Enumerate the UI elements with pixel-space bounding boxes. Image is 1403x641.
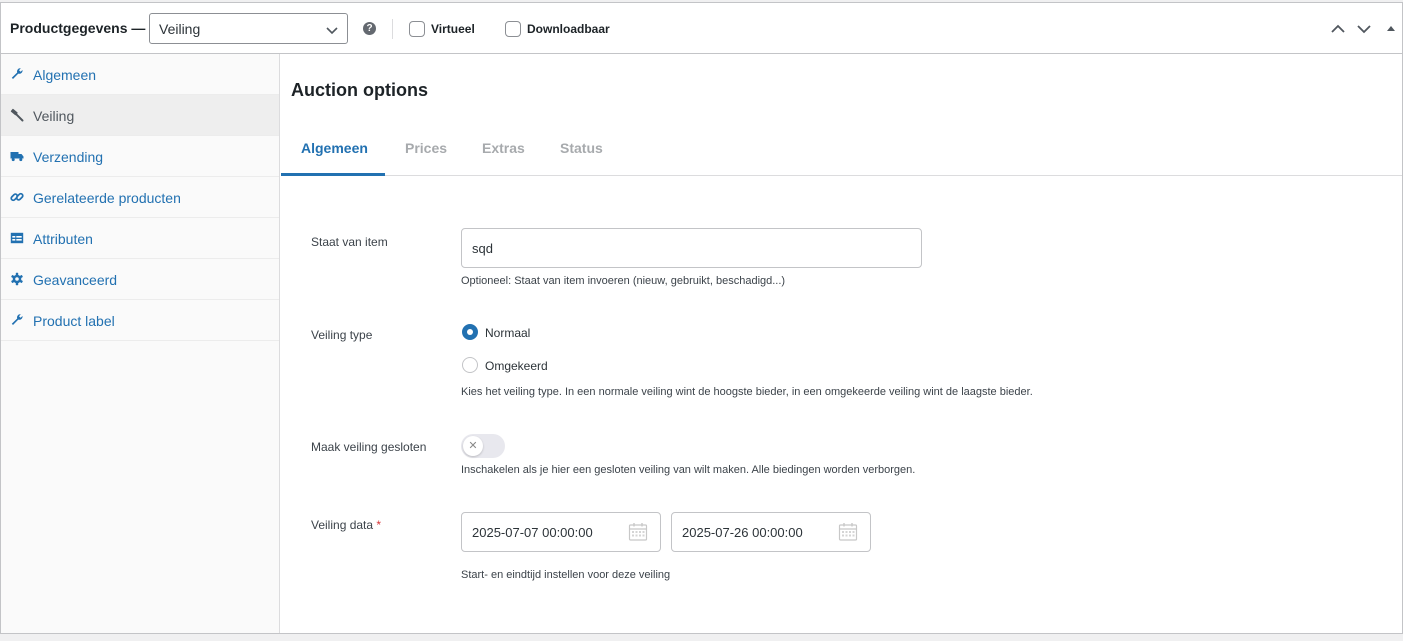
condition-label: Staat van item bbox=[311, 235, 388, 249]
condition-value: sqd bbox=[472, 241, 493, 256]
radio-normal-label: Normaal bbox=[485, 326, 531, 340]
tab-extras[interactable]: Extras bbox=[482, 140, 525, 156]
downloadable-checkbox[interactable] bbox=[505, 21, 521, 37]
sealed-description: Inschakelen als je hier een gesloten vei… bbox=[461, 464, 916, 476]
sidebar-item-label: Veiling bbox=[33, 108, 75, 124]
product-data-tabs: Algemeen Veiling Verzending Gerelateerde… bbox=[1, 54, 280, 633]
panel-title: Productgegevens — bbox=[10, 20, 146, 36]
collapse-toggle-icon[interactable] bbox=[1383, 21, 1399, 37]
gear-icon bbox=[11, 272, 23, 286]
product-type-select[interactable]: Veiling bbox=[149, 13, 348, 44]
condition-description: Optioneel: Staat van item invoeren (nieu… bbox=[461, 275, 786, 287]
auction-type-label: Veiling type bbox=[311, 328, 373, 342]
panel-header: Productgegevens — Veiling ? Virtueel Dow… bbox=[1, 3, 1402, 54]
radio-normal[interactable] bbox=[462, 324, 478, 340]
end-date-input[interactable]: 2025-07-26 00:00:00 bbox=[671, 512, 871, 552]
gavel-icon bbox=[10, 108, 24, 122]
wrench-icon bbox=[11, 68, 23, 79]
sealed-label: Maak veiling gesloten bbox=[311, 440, 427, 454]
sidebar-item-shipping[interactable]: Verzending bbox=[1, 136, 279, 177]
calendar-icon[interactable] bbox=[628, 522, 648, 542]
sidebar-item-general[interactable]: Algemeen bbox=[1, 54, 279, 95]
sidebar-item-attributes[interactable]: Attributen bbox=[1, 218, 279, 259]
calendar-icon[interactable] bbox=[838, 522, 858, 542]
dates-label-text: Veiling data bbox=[311, 518, 374, 532]
sidebar-item-label: Verzending bbox=[33, 149, 104, 165]
sealed-toggle[interactable]: ✕ bbox=[461, 434, 505, 458]
end-date-value: 2025-07-26 00:00:00 bbox=[682, 525, 803, 540]
active-tab-indicator bbox=[281, 173, 385, 176]
auction-subtabs: Algemeen Prices Extras Status bbox=[281, 123, 1402, 176]
sidebar-item-linked-products[interactable]: Gerelateerde producten bbox=[1, 177, 279, 218]
auction-options-panel: Auction options Algemeen Prices Extras S… bbox=[281, 54, 1402, 633]
radio-reverse-label: Omgekeerd bbox=[485, 359, 548, 373]
link-icon bbox=[10, 192, 24, 202]
radio-reverse[interactable] bbox=[462, 357, 478, 373]
tab-prices[interactable]: Prices bbox=[405, 140, 447, 156]
sidebar-item-label: Algemeen bbox=[33, 67, 97, 83]
chevron-down-icon bbox=[326, 27, 338, 35]
sidebar-item-product-label[interactable]: Product label bbox=[1, 300, 279, 341]
sidebar-item-label: Product label bbox=[33, 313, 115, 329]
sidebar-item-label: Gerelateerde producten bbox=[33, 190, 181, 206]
dates-label: Veiling data * bbox=[311, 518, 381, 532]
condition-input[interactable]: sqd bbox=[461, 228, 922, 268]
start-date-value: 2025-07-07 00:00:00 bbox=[472, 525, 593, 540]
wrench-icon bbox=[11, 314, 23, 325]
required-mark: * bbox=[376, 518, 382, 532]
sidebar-item-advanced[interactable]: Geavanceerd bbox=[1, 259, 279, 300]
dates-description: Start- en eindtijd instellen voor deze v… bbox=[461, 569, 671, 581]
auction-type-description: Kies het veiling type. In een normale ve… bbox=[461, 386, 1033, 398]
tab-general[interactable]: Algemeen bbox=[301, 140, 368, 156]
table-icon bbox=[10, 232, 24, 244]
virtual-checkbox[interactable] bbox=[409, 21, 425, 37]
section-heading: Auction options bbox=[291, 80, 428, 100]
truck-icon bbox=[10, 152, 24, 162]
downloadable-label: Downloadbaar bbox=[527, 22, 610, 36]
tab-status[interactable]: Status bbox=[560, 140, 603, 156]
start-date-input[interactable]: 2025-07-07 00:00:00 bbox=[461, 512, 661, 552]
product-type-value: Veiling bbox=[159, 21, 201, 37]
product-data-panel: Productgegevens — Veiling ? Virtueel Dow… bbox=[0, 2, 1403, 634]
page-background-strip bbox=[0, 634, 1403, 641]
sidebar-item-label: Geavanceerd bbox=[33, 272, 118, 288]
sidebar-item-label: Attributen bbox=[33, 231, 93, 247]
help-icon[interactable]: ? bbox=[363, 22, 376, 35]
sidebar-item-auction[interactable]: Veiling bbox=[1, 95, 279, 136]
virtual-label: Virtueel bbox=[431, 22, 475, 36]
chevron-up-icon[interactable] bbox=[1330, 21, 1346, 37]
chevron-down-icon[interactable] bbox=[1356, 21, 1372, 37]
header-divider bbox=[392, 19, 393, 39]
close-icon: ✕ bbox=[463, 436, 483, 456]
